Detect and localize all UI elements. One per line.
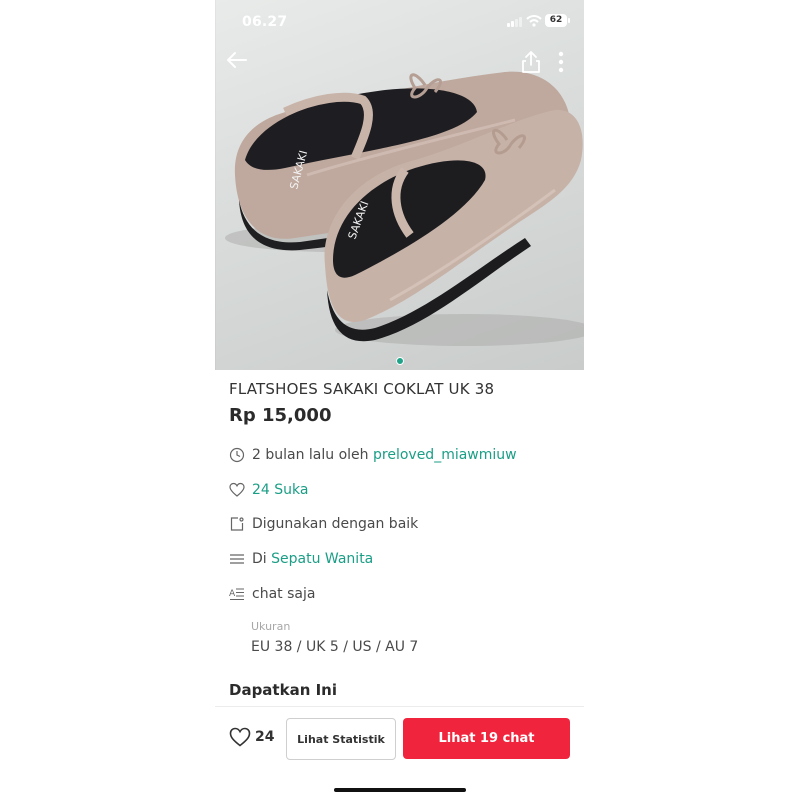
carousel-indicator[interactable] bbox=[215, 350, 584, 369]
more-vertical-icon[interactable] bbox=[554, 50, 568, 74]
arrow-left-icon[interactable] bbox=[225, 48, 249, 72]
like-count: 24 bbox=[255, 729, 275, 745]
share-icon[interactable] bbox=[520, 50, 542, 74]
condition-row: Digunakan dengan baik bbox=[229, 513, 418, 535]
carousel-dot-active[interactable] bbox=[395, 357, 404, 365]
category-prefix: Di bbox=[252, 551, 267, 567]
size-value: EU 38 / UK 5 / US / AU 7 bbox=[251, 639, 419, 655]
svg-text:A: A bbox=[229, 589, 236, 599]
condition-text: Digunakan dengan baik bbox=[252, 516, 419, 532]
status-bar: 06.27 62 bbox=[215, 0, 584, 44]
status-time: 06.27 bbox=[242, 14, 288, 30]
view-statistics-button[interactable]: Lihat Statistik bbox=[286, 718, 396, 760]
description-row: A chat saja bbox=[229, 583, 315, 605]
category-link[interactable]: Sepatu Wanita bbox=[271, 551, 373, 567]
posted-row: 2 bulan lalu oleh preloved_miawmiuw bbox=[229, 444, 517, 466]
heart-icon bbox=[229, 727, 251, 747]
heart-icon bbox=[229, 482, 245, 498]
view-chats-button[interactable]: Lihat 19 chat bbox=[403, 718, 570, 759]
app-screen: SAKAKI SAKAKI 06.27 62 FLATSHOES SAKAKI … bbox=[215, 0, 584, 800]
product-title: FLATSHOES SAKAKI COKLAT UK 38 bbox=[229, 380, 495, 398]
seller-link[interactable]: preloved_miawmiuw bbox=[373, 447, 517, 463]
list-icon bbox=[229, 551, 245, 567]
wifi-icon bbox=[526, 15, 542, 27]
bottom-action-bar: 24 Lihat Statistik Lihat 19 chat bbox=[215, 706, 584, 800]
home-indicator bbox=[334, 788, 466, 792]
signal-icon bbox=[507, 17, 522, 27]
description-text: chat saja bbox=[252, 586, 316, 602]
product-price: Rp 15,000 bbox=[229, 405, 332, 426]
likes-row[interactable]: 24 Suka bbox=[229, 479, 308, 501]
likes-link[interactable]: 24 Suka bbox=[252, 482, 308, 498]
text-icon: A bbox=[229, 586, 245, 602]
battery-icon: 62 bbox=[545, 14, 570, 27]
size-label: Ukuran bbox=[251, 620, 291, 633]
clock-icon bbox=[229, 447, 245, 463]
like-button[interactable]: 24 bbox=[229, 727, 274, 747]
section-title: Dapatkan Ini bbox=[229, 681, 338, 699]
posted-text: 2 bulan lalu oleh bbox=[252, 447, 369, 463]
category-row: Di Sepatu Wanita bbox=[229, 548, 373, 570]
product-image[interactable]: SAKAKI SAKAKI 06.27 62 bbox=[215, 0, 584, 370]
tag-icon bbox=[229, 516, 245, 532]
